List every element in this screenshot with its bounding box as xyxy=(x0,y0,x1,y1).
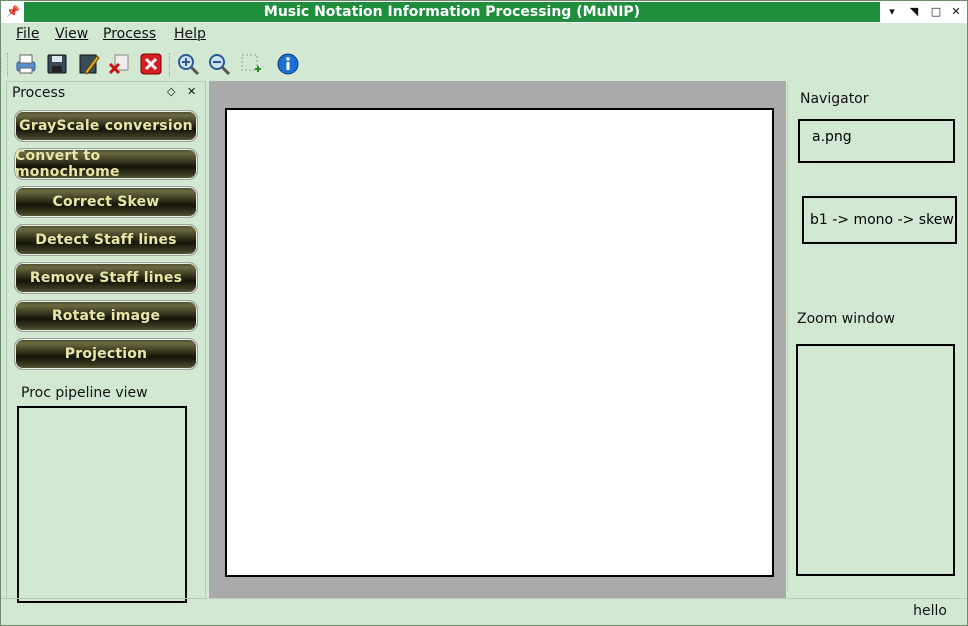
pipeline-view[interactable] xyxy=(17,406,187,603)
save-icon[interactable] xyxy=(45,52,69,76)
navigator-pipeline-text: b1 -> mono -> skew xyxy=(810,212,954,228)
window-title: Music Notation Information Processing (M… xyxy=(263,4,641,20)
navigator-file-box[interactable]: a.png xyxy=(798,119,955,163)
status-text: hello xyxy=(913,603,947,619)
grayscale-button[interactable]: GrayScale conversion xyxy=(14,110,198,142)
info-icon[interactable] xyxy=(276,52,300,76)
zoom-out-icon[interactable] xyxy=(207,52,231,76)
select-region-icon[interactable] xyxy=(239,52,263,76)
pipeline-view-label: Proc pipeline view xyxy=(21,385,148,401)
zoom-window[interactable] xyxy=(796,344,955,576)
pin-icon[interactable]: 📌 xyxy=(3,3,23,21)
printer-icon[interactable] xyxy=(14,52,38,76)
rotate-image-button[interactable]: Rotate image xyxy=(14,300,198,332)
navigator-panel: Navigator a.png b1 -> mono -> skew Zoom … xyxy=(787,83,965,591)
float-icon[interactable]: ◇ xyxy=(167,85,175,98)
title-bar: 📌 Music Notation Information Processing … xyxy=(1,1,967,23)
menu-file[interactable]: File xyxy=(16,26,39,42)
dock-close-icon[interactable]: ✕ xyxy=(187,85,196,98)
close-icon[interactable]: ✕ xyxy=(946,3,966,21)
close-red-icon[interactable] xyxy=(139,52,163,76)
delete-icon[interactable] xyxy=(107,52,131,76)
maximize-icon[interactable]: □ xyxy=(926,3,946,21)
correct-skew-button[interactable]: Correct Skew xyxy=(14,186,198,218)
monochrome-button[interactable]: Convert to monochrome xyxy=(14,148,198,180)
menu-bar: File View Process Help xyxy=(1,23,967,47)
zoom-in-icon[interactable] xyxy=(176,52,200,76)
toolbar-separator xyxy=(169,53,172,77)
image-view-area xyxy=(209,81,786,598)
detect-staff-lines-button[interactable]: Detect Staff lines xyxy=(14,224,198,256)
navigator-file-name: a.png xyxy=(812,129,852,145)
image-canvas[interactable] xyxy=(225,108,774,577)
process-dock: Process ◇ ✕ GrayScale conversion Convert… xyxy=(6,81,206,603)
navigator-title: Navigator xyxy=(800,91,869,107)
process-dock-title: Process xyxy=(12,85,66,101)
navigator-pipeline-box[interactable]: b1 -> mono -> skew xyxy=(802,196,957,244)
main-window: 📌 Music Notation Information Processing … xyxy=(0,0,968,626)
minimize-icon[interactable]: ◥ xyxy=(904,3,924,21)
projection-button[interactable]: Projection xyxy=(14,338,198,370)
menu-down-icon[interactable]: ▾ xyxy=(882,3,902,21)
zoom-window-label: Zoom window xyxy=(797,311,895,327)
menu-help[interactable]: Help xyxy=(174,26,206,42)
toolbar xyxy=(1,47,967,81)
edit-icon[interactable] xyxy=(77,52,101,76)
remove-staff-lines-button[interactable]: Remove Staff lines xyxy=(14,262,198,294)
menu-process[interactable]: Process xyxy=(103,26,156,42)
status-bar: hello xyxy=(1,598,967,625)
menu-view[interactable]: View xyxy=(55,26,88,42)
toolbar-separator xyxy=(7,53,10,77)
